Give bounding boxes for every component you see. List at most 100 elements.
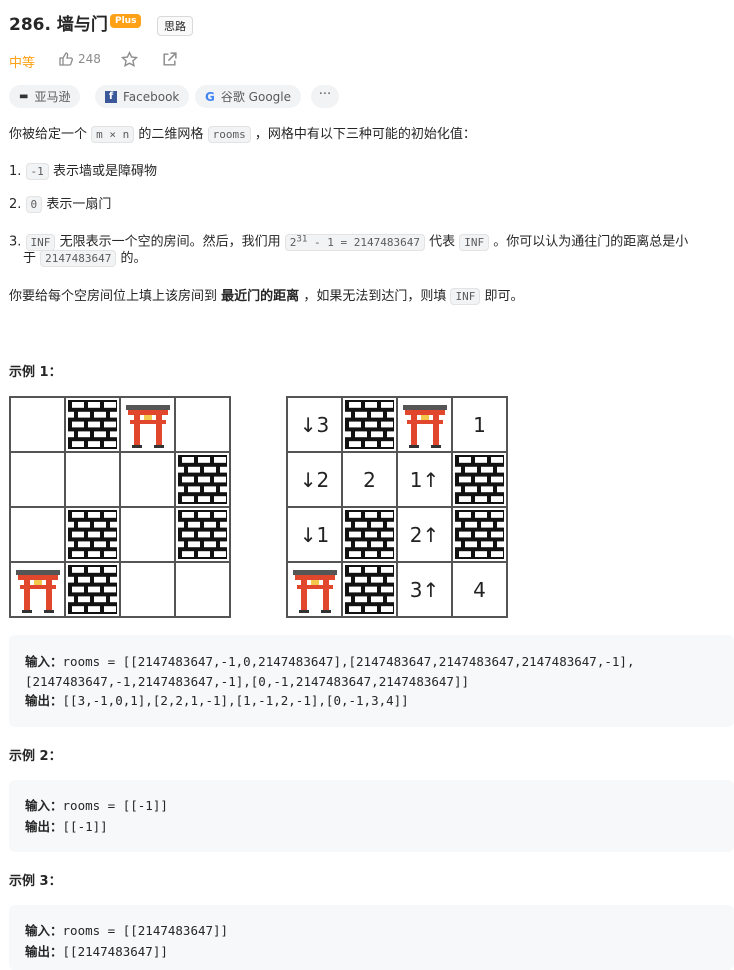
example-output: 输出：[[3,-1,0,1],[2,2,1,-1],[1,-1,2,-1],[0… (25, 691, 409, 711)
room-cell (10, 507, 65, 562)
distance-label: ↓3 (299, 412, 330, 437)
gate-cell (10, 562, 65, 617)
wall-cell (342, 507, 397, 562)
list-item-2: 2. 0 表示一扇门 (9, 196, 112, 213)
formula-exponent: 31 (296, 233, 308, 244)
formula-code: 231 - 1 = 2147483647 (284, 233, 425, 251)
inline-code: INF (459, 233, 490, 251)
example-output: 输出：[[2147483647]] (25, 942, 168, 962)
amazon-icon: ▬ (19, 91, 29, 102)
favorite-button[interactable] (120, 50, 139, 72)
input-label: 输入： (25, 654, 63, 669)
plus-badge[interactable]: Plus (110, 14, 142, 28)
room-cell (10, 452, 65, 507)
example-2-title: 示例 2： (9, 749, 62, 764)
example-1-title: 示例 1： (9, 365, 62, 380)
brick-wall-icon (455, 455, 504, 504)
example-input: 输入：rooms = [[2147483647]] (25, 921, 228, 941)
example-3-title: 示例 3： (9, 874, 62, 889)
share-icon (163, 52, 177, 66)
star-icon (120, 50, 139, 68)
wall-cell (65, 397, 120, 452)
example-output: 输出：[[-1]] (25, 817, 108, 837)
distance-label: ↓1 (299, 522, 330, 547)
wall-cell (342, 562, 397, 617)
list-text: 无限表示一个空的房间。然后，我们用 (59, 234, 281, 250)
intro-text: ，网格中有以下三种可能的初始化值： (254, 127, 476, 142)
gate-cell (120, 397, 175, 452)
list-item-3-continued: 于 2147483647 的。 (23, 249, 147, 269)
facebook-icon: f (105, 90, 117, 103)
example-input: 输入：rooms = [[-1]] (25, 796, 168, 816)
task-paragraph: 你要给每个空房间位上填上该房间到 最近门的距离 ，如果无法到达门，则填 INF … (9, 287, 524, 307)
room-cell: 4 (452, 562, 507, 617)
example-1-box: 输入：rooms = [[2147483647,-1,0,2147483647]… (9, 635, 734, 727)
output-label: 输出： (25, 693, 63, 708)
company-name: 亚马逊 (34, 90, 71, 104)
brick-wall-icon (68, 565, 117, 614)
output-value: [[-1]] (62, 819, 108, 834)
wall-cell (175, 452, 230, 507)
brick-wall-icon (345, 510, 394, 559)
brick-wall-icon (178, 510, 227, 559)
output-label: 输出： (25, 819, 63, 834)
list-text: 表示墙或是障碍物 (52, 164, 157, 179)
brick-wall-icon (68, 510, 117, 559)
inline-code: -1 (25, 163, 49, 180)
task-text: 你要给每个空房间位上填上该房间到 (9, 289, 218, 304)
wall-cell (175, 507, 230, 562)
room-cell: 1↑ (397, 452, 452, 507)
wall-cell (65, 507, 120, 562)
like-button[interactable]: 248 (58, 51, 101, 67)
company-tag-google[interactable]: G 谷歌 Google (195, 85, 301, 108)
thumbs-up-icon (59, 52, 73, 66)
distance-label: ↓2 (299, 467, 330, 492)
inline-code: m × n (91, 126, 135, 143)
example-1-output-grid: ↓3 1 ↓2 2 1↑ ↓1 2↑ 3↑ 4 (286, 396, 508, 618)
share-button[interactable] (161, 51, 178, 72)
room-cell (10, 397, 65, 452)
inline-code: rooms (207, 126, 251, 143)
room-cell: ↓2 (287, 452, 342, 507)
gate-icon (402, 404, 447, 448)
google-icon: G (205, 89, 215, 104)
list-text: 代表 (429, 234, 456, 250)
task-emphasis: 最近门的距离 (221, 289, 300, 304)
gate-cell (287, 562, 342, 617)
room-cell: 2 (342, 452, 397, 507)
hint-button[interactable]: 思路 (157, 16, 193, 36)
company-tag-amazon[interactable]: ▬ 亚马逊 (9, 85, 81, 108)
formula-rest: - 1 = 2147483647 (314, 235, 420, 249)
company-tag-facebook[interactable]: f Facebook (95, 85, 190, 108)
gate-icon (292, 569, 337, 613)
list-text: 表示一扇门 (46, 197, 112, 212)
room-cell (175, 562, 230, 617)
wall-cell (342, 397, 397, 452)
distance-label: 2↑ (409, 522, 440, 547)
brick-wall-icon (455, 510, 504, 559)
difficulty-label: 中等 (9, 56, 36, 71)
intro-text: 你被给定一个 (9, 127, 88, 142)
inline-code: 0 (25, 196, 43, 213)
input-label: 输入： (25, 923, 63, 938)
room-cell: 2↑ (397, 507, 452, 562)
list-text: 的。 (120, 251, 147, 266)
input-value: rooms = [[2147483647]] (62, 923, 229, 938)
distance-label: 1↑ (409, 467, 440, 492)
gate-cell (397, 397, 452, 452)
gate-icon (15, 569, 60, 613)
example-2-box: 输入：rooms = [[-1]] 输出：[[-1]] (9, 780, 734, 852)
more-companies-button[interactable]: ··· (311, 85, 339, 108)
brick-wall-icon (345, 400, 394, 449)
wall-cell (452, 452, 507, 507)
room-cell (65, 452, 120, 507)
inline-code: 2147483647 (40, 250, 117, 267)
input-value: rooms = [[2147483647,-1,0,2147483647],[2… (62, 654, 635, 669)
example-input: 输入：rooms = [[2147483647,-1,0,2147483647]… (25, 652, 634, 672)
intro-paragraph: 你被给定一个 m × n 的二维网格 rooms ，网格中有以下三种可能的初始化… (9, 125, 476, 145)
room-cell (120, 562, 175, 617)
output-value: [[2147483647]] (62, 944, 168, 959)
task-text: ，如果无法到达门，则填 (303, 289, 447, 304)
example-1-input-grid (9, 396, 231, 618)
output-label: 输出： (25, 944, 63, 959)
